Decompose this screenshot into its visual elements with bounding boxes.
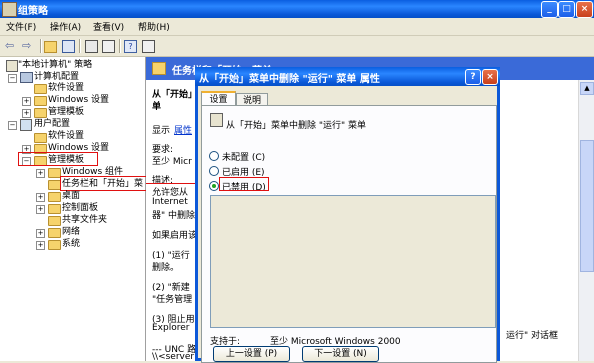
highlight-box [18, 152, 98, 166]
policy-title-text-2: 单 [152, 102, 162, 112]
expand-toggle-icon[interactable]: + [36, 205, 45, 214]
radio-not-configured[interactable] [209, 151, 219, 161]
toolbar-separator [79, 39, 81, 53]
view-icon[interactable] [142, 40, 155, 53]
show-hide-tree-icon[interactable] [62, 40, 75, 53]
menu-file[interactable]: 文件(F) [6, 20, 36, 33]
scroll-up-icon[interactable]: ▲ [580, 82, 594, 95]
policy-icon [6, 60, 18, 72]
scroll-thumb[interactable] [580, 140, 594, 272]
tree-root[interactable]: "本地计算机" 策略 [18, 59, 92, 71]
tree-desktop[interactable]: 桌面 [62, 190, 80, 202]
toolbar: ⇦ ⇨ ? [0, 36, 594, 57]
description-line: Internet [152, 197, 188, 207]
toolbar-separator [119, 39, 121, 53]
folder-icon [48, 240, 61, 250]
next-setting-button[interactable]: 下一设置 (N) [302, 346, 379, 362]
folder-icon [48, 192, 61, 202]
help-icon[interactable]: ? [465, 69, 481, 85]
menu-action[interactable]: 操作(A) [50, 20, 81, 33]
folder-icon [152, 62, 166, 75]
description-line: 如果启用该 [152, 231, 198, 241]
folder-icon [48, 228, 61, 238]
folder-icon [48, 216, 61, 226]
user-config-icon [20, 119, 32, 131]
expand-toggle-icon[interactable]: + [22, 97, 31, 106]
vertical-scrollbar[interactable]: ▲ [578, 80, 594, 361]
expand-toggle-icon[interactable]: + [22, 109, 31, 118]
properties-icon[interactable] [85, 40, 98, 53]
description-box [210, 195, 496, 328]
description-tail: 运行" 对话框 [506, 331, 559, 341]
window-title: 组策略 [18, 6, 48, 17]
tree-cc-software[interactable]: 软件设置 [48, 82, 84, 94]
expand-toggle-icon[interactable]: + [36, 169, 45, 178]
requirements-value: 至少 Micr [152, 157, 192, 167]
minimize-icon[interactable]: _ [541, 1, 558, 18]
toolbar-separator [40, 39, 42, 53]
computer-icon [20, 72, 33, 83]
tree-network[interactable]: 网络 [62, 226, 80, 238]
menu-help[interactable]: 帮助(H) [138, 20, 170, 33]
menu-bar: 文件(F) 操作(A) 查看(V) 帮助(H) [0, 18, 594, 36]
previous-setting-button[interactable]: 上一设置 (P) [213, 346, 290, 362]
close-icon[interactable]: × [482, 69, 498, 85]
tree-system[interactable]: 系统 [62, 238, 80, 250]
maximize-icon[interactable]: □ [558, 1, 575, 18]
tree-uc-software[interactable]: 软件设置 [48, 130, 84, 142]
radio-disabled[interactable] [209, 181, 219, 191]
folder-icon [34, 133, 47, 143]
expand-toggle-icon[interactable]: + [36, 229, 45, 238]
description-line: "任务管理 [152, 295, 193, 305]
tree-control-panel[interactable]: 控制面板 [62, 202, 98, 214]
policy-name: 从「开始」菜单中删除 "运行" 菜单 [226, 121, 367, 131]
tree-shared-folders[interactable]: 共享文件夹 [62, 214, 107, 226]
folder-icon [48, 204, 61, 214]
tree-cc-admin-templates[interactable]: 管理模板 [48, 106, 84, 118]
show-label: 显示 [152, 126, 171, 136]
folder-icon [34, 96, 47, 106]
description-line: Explorer [152, 323, 190, 333]
folder-icon [34, 84, 47, 94]
collapse-toggle-icon[interactable]: − [8, 121, 17, 130]
back-arrow-icon[interactable]: ⇦ [5, 39, 19, 53]
close-icon[interactable]: × [576, 1, 593, 18]
radio-not-configured-label[interactable]: 未配置 (C) [222, 150, 265, 163]
export-list-icon[interactable] [102, 40, 115, 53]
description-line: 器" 中删除 [152, 211, 196, 221]
up-folder-icon[interactable] [44, 41, 57, 53]
title-bar: 组策略 _ □ × [0, 0, 594, 18]
folder-icon [34, 108, 47, 118]
expand-toggle-icon[interactable]: + [36, 241, 45, 250]
collapse-toggle-icon[interactable]: − [8, 74, 17, 83]
menu-view[interactable]: 查看(V) [93, 20, 124, 33]
highlight-box [219, 177, 269, 191]
group-policy-app-icon [2, 2, 17, 17]
description-line: 删除。 [152, 263, 180, 273]
dialog-title: 从「开始」菜单中删除 "运行" 菜单 属性 [199, 74, 380, 85]
radio-enabled[interactable] [209, 166, 219, 176]
tree-user-config[interactable]: 用户配置 [34, 118, 70, 130]
forward-arrow-icon[interactable]: ⇨ [22, 39, 36, 53]
highlight-box [60, 176, 148, 191]
expand-toggle-icon[interactable]: + [36, 193, 45, 202]
properties-link[interactable]: 属性 [174, 123, 192, 136]
dialog-title-bar: 从「开始」菜单中删除 "运行" 菜单 属性 ? × [195, 67, 500, 86]
help-icon[interactable]: ? [124, 40, 137, 53]
policy-icon [210, 113, 223, 127]
tree-cc-windows-settings[interactable]: Windows 设置 [48, 94, 109, 106]
